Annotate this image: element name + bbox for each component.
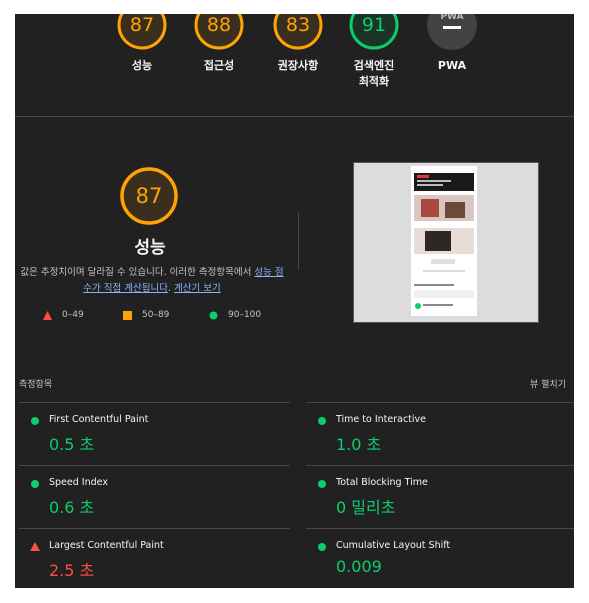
category-seo[interactable]: 91 검색엔진 최적화: [334, 14, 414, 90]
metric-speed-index: Speed Index 0.6 초: [19, 465, 290, 528]
metric-largest-contentful-paint: Largest Contentful Paint 2.5 초: [19, 528, 290, 588]
metric-name: Speed Index: [49, 477, 108, 488]
performance-description: 값은 추정치이며 달라질 수 있습니다. 이러한 측정항목에서 성능 점수가 직…: [20, 267, 284, 294]
legend-pass: 90–100: [209, 310, 261, 320]
calculator-link[interactable]: 계산기 보기: [174, 283, 221, 294]
performance-gauge: 87: [117, 14, 167, 50]
legend-average: 50–89: [123, 310, 169, 320]
svg-text:PWA: PWA: [440, 14, 463, 22]
category-label: 권장사항: [277, 59, 319, 72]
phone-screenshot-image: [411, 166, 477, 316]
category-performance[interactable]: 87 성능: [102, 14, 182, 74]
metric-name: Largest Contentful Paint: [49, 540, 164, 551]
pass-dot-icon: [318, 543, 326, 551]
metric-name: First Contentful Paint: [49, 414, 149, 425]
accessibility-gauge: 88: [194, 14, 244, 50]
pwa-gauge: PWA: [427, 14, 477, 50]
metric-name: Time to Interactive: [336, 414, 426, 425]
category-label: 성능: [131, 59, 153, 72]
metric-value: 0.5 초: [49, 435, 95, 454]
metric-value: 0.009: [336, 557, 382, 576]
category-label: 접근성: [203, 59, 235, 72]
metrics-title: 측정항목: [19, 380, 53, 390]
metric-first-contentful-paint: First Contentful Paint 0.5 초: [19, 402, 290, 465]
metric-value: 0 밀리초: [336, 498, 396, 517]
circle-icon: [209, 311, 218, 320]
pass-dot-icon: [31, 417, 39, 425]
category-pwa[interactable]: PWA PWA: [412, 14, 492, 74]
best-practices-gauge: 83: [273, 14, 323, 50]
square-icon: [123, 311, 132, 320]
category-label: 검색엔진 최적화: [353, 59, 395, 88]
lighthouse-report-panel: 87 성능 88 접근성 83 권장사항 91 검색엔진최적화 PWA PWA: [15, 14, 574, 588]
metric-value: 2.5 초: [49, 561, 95, 580]
metric-cumulative-layout-shift: Cumulative Layout Shift 0.009: [306, 528, 574, 588]
category-best-practices[interactable]: 83 권장사항: [258, 14, 338, 74]
performance-score: 87: [129, 14, 155, 36]
seo-score: 91: [361, 14, 387, 36]
fail-triangle-icon: [30, 542, 40, 551]
legend-fail: 0–49: [43, 310, 84, 320]
metric-time-to-interactive: Time to Interactive 1.0 초: [306, 402, 574, 465]
screenshot-image: [411, 166, 477, 316]
expand-view-toggle[interactable]: 뷰 펼치기: [530, 377, 566, 390]
performance-big-gauge: 87: [120, 167, 178, 225]
performance-big-score: 87: [135, 184, 163, 208]
metric-total-blocking-time: Total Blocking Time 0 밀리초: [306, 465, 574, 528]
section-divider: [15, 116, 574, 117]
pass-dot-icon: [318, 417, 326, 425]
pass-dot-icon: [31, 480, 39, 488]
seo-gauge: 91: [349, 14, 399, 50]
metric-name: Cumulative Layout Shift: [336, 540, 451, 551]
metric-value: 1.0 초: [336, 435, 382, 454]
accessibility-score: 88: [206, 14, 232, 36]
metric-name: Total Blocking Time: [336, 477, 428, 488]
best-practices-score: 83: [285, 14, 311, 36]
vertical-divider: [298, 212, 299, 270]
pass-dot-icon: [318, 480, 326, 488]
performance-title: 성능: [134, 238, 166, 258]
triangle-icon: [43, 311, 52, 320]
metric-value: 0.6 초: [49, 498, 95, 517]
category-accessibility[interactable]: 88 접근성: [179, 14, 259, 74]
final-screenshot[interactable]: [353, 162, 539, 323]
category-label: PWA: [437, 59, 467, 72]
